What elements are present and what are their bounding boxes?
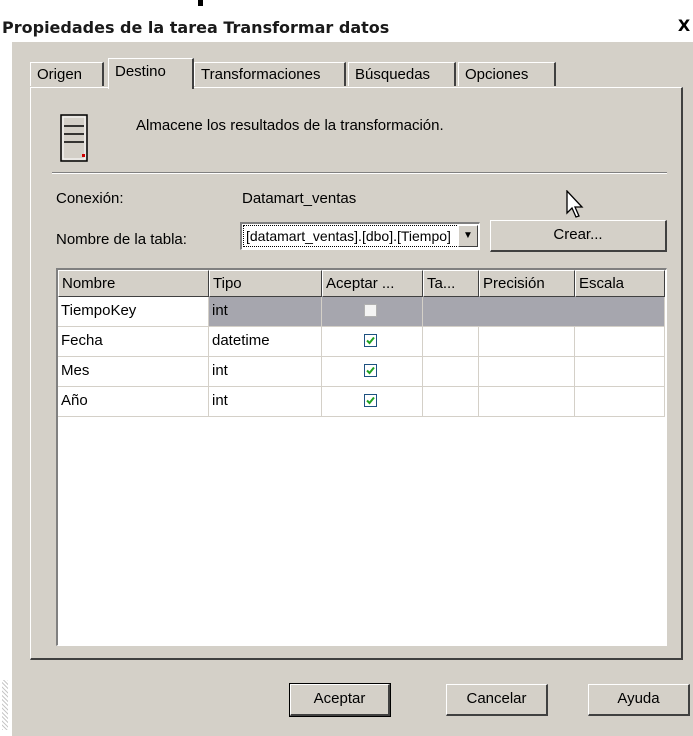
window-title: Propiedades de la tarea Transformar dato… (2, 18, 390, 37)
top-mark (198, 0, 203, 6)
separator (52, 172, 667, 174)
table-row[interactable]: TiempoKey int (58, 297, 665, 327)
cell-aceptar[interactable] (322, 297, 423, 327)
accept-null-checkbox[interactable] (364, 304, 377, 317)
cell-precision[interactable] (479, 387, 575, 417)
cell-tipo[interactable]: int (209, 357, 322, 387)
close-button[interactable]: X (677, 16, 691, 36)
create-button-label: Crear... (553, 226, 603, 243)
cell-tamano[interactable] (423, 387, 479, 417)
cell-aceptar[interactable] (322, 327, 423, 357)
cell-tamano[interactable] (423, 357, 479, 387)
tab-busquedas-label: Búsquedas (355, 66, 431, 83)
column-grid[interactable]: Nombre Tipo Aceptar ... Ta... Precisión … (56, 268, 667, 646)
tab-opciones-label: Opciones (465, 66, 529, 83)
cell-aceptar[interactable] (322, 387, 423, 417)
cell-nombre[interactable]: TiempoKey (58, 297, 209, 327)
tab-transformaciones[interactable]: Transformaciones (194, 62, 346, 86)
check-icon (366, 336, 375, 345)
cell-row-rest (423, 297, 665, 327)
cell-tipo[interactable]: int (209, 297, 322, 327)
create-table-button[interactable]: Crear... (490, 220, 667, 252)
table-row[interactable]: Fecha datetime (58, 327, 665, 357)
header-nombre[interactable]: Nombre (58, 270, 209, 297)
table-name-select[interactable]: [datamart_ventas].[dbo].[Tiempo] ▼ (240, 222, 480, 250)
ok-button-label: Aceptar (313, 690, 366, 707)
cell-nombre[interactable]: Fecha (58, 327, 209, 357)
mouse-pointer-icon (566, 190, 584, 218)
cancel-button-label: Cancelar (466, 690, 527, 707)
ok-button[interactable]: Aceptar (289, 683, 391, 717)
tab-destino[interactable]: Destino (108, 58, 194, 89)
tab-destino-label: Destino (115, 63, 166, 80)
header-tipo[interactable]: Tipo (209, 270, 322, 297)
check-icon (366, 396, 375, 405)
header-escala[interactable]: Escala (575, 270, 665, 297)
resize-grip (2, 680, 8, 730)
check-icon (366, 366, 375, 375)
cell-nombre[interactable]: Mes (58, 357, 209, 387)
accept-null-checkbox[interactable] (364, 334, 377, 347)
title-bar[interactable]: Propiedades de la tarea Transformar dato… (0, 12, 693, 42)
header-precision[interactable]: Precisión (479, 270, 575, 297)
tab-transformaciones-label: Transformaciones (201, 66, 321, 83)
destination-description: Almacene los resultados de la transforma… (136, 117, 444, 134)
table-row[interactable]: Mes int (58, 357, 665, 387)
table-row[interactable]: Año int (58, 387, 665, 417)
tab-opciones[interactable]: Opciones (458, 62, 556, 86)
cell-aceptar[interactable] (322, 357, 423, 387)
help-button[interactable]: Ayuda (588, 684, 690, 716)
connection-label: Conexión: (56, 190, 124, 207)
cell-tipo[interactable]: datetime (209, 327, 322, 357)
cell-tipo[interactable]: int (209, 387, 322, 417)
top-strip (0, 0, 693, 12)
tab-busquedas[interactable]: Búsquedas (348, 62, 456, 86)
dropdown-arrow-icon[interactable]: ▼ (458, 225, 478, 247)
cell-nombre[interactable]: Año (58, 387, 209, 417)
tab-origen-label: Origen (37, 66, 83, 83)
cell-escala[interactable] (575, 387, 665, 417)
cell-tamano[interactable] (423, 327, 479, 357)
cancel-button[interactable]: Cancelar (446, 684, 548, 716)
cell-precision[interactable] (479, 357, 575, 387)
connection-value: Datamart_ventas (242, 190, 357, 207)
grid-header: Nombre Tipo Aceptar ... Ta... Precisión … (58, 270, 665, 297)
server-icon (60, 114, 88, 162)
header-aceptar[interactable]: Aceptar ... (322, 270, 423, 297)
table-name-label: Nombre de la tabla: (56, 231, 187, 248)
help-button-label: Ayuda (617, 690, 660, 707)
header-tamano[interactable]: Ta... (423, 270, 479, 297)
cell-escala[interactable] (575, 327, 665, 357)
table-name-value: [datamart_ventas].[dbo].[Tiempo] (243, 225, 459, 247)
task-properties-dialog: Propiedades de la tarea Transformar dato… (0, 0, 693, 736)
tab-origen[interactable]: Origen (30, 62, 104, 86)
left-margin (0, 42, 12, 736)
cell-escala[interactable] (575, 357, 665, 387)
accept-null-checkbox[interactable] (364, 364, 377, 377)
cell-precision[interactable] (479, 327, 575, 357)
accept-null-checkbox[interactable] (364, 394, 377, 407)
